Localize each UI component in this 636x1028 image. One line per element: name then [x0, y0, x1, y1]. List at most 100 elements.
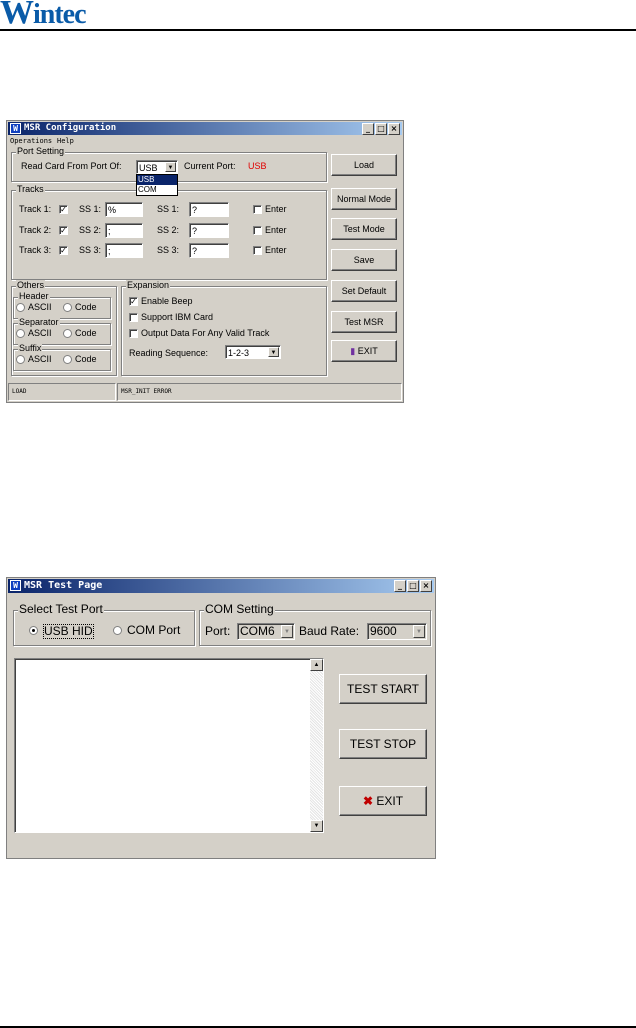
header-legend: Header [18, 291, 50, 302]
enable-beep-label: Enable Beep [141, 296, 193, 306]
port-label: Port: [205, 624, 231, 638]
logo-text: intec [33, 0, 87, 30]
header-rule [0, 29, 636, 31]
track-2-enter-checkbox[interactable] [253, 226, 262, 235]
config-title: MSR Configuration [24, 123, 117, 133]
track-2-ss-input[interactable]: ; [105, 223, 143, 238]
test-mode-button[interactable]: Test Mode [331, 218, 397, 240]
track-1-checkbox[interactable]: ✓ [59, 205, 68, 214]
expansion-legend: Expansion [126, 280, 171, 291]
port-select-value: USB [139, 163, 158, 173]
port-dropdown-list: USB COM [136, 174, 178, 196]
track-1-ss-input[interactable]: % [105, 202, 143, 217]
port-select[interactable]: USB ▼ [136, 160, 178, 174]
test-exit-button[interactable]: ✖ EXIT [339, 786, 427, 816]
track-1-label: Track 1: [19, 204, 52, 214]
track-2-checkbox[interactable]: ✓ [59, 226, 68, 235]
scroll-down-arrow-icon[interactable]: ▼ [310, 820, 323, 832]
com-setting-legend: COM Setting [204, 602, 275, 616]
output-any-checkbox[interactable] [129, 329, 138, 338]
usb-hid-radio[interactable] [29, 626, 38, 635]
track-3-enter-checkbox[interactable] [253, 246, 262, 255]
test-exit-label: EXIT [376, 794, 404, 808]
baud-rate-label: Baud Rate: [299, 624, 360, 638]
com-port-label: COM Port [127, 623, 181, 637]
exit-door-icon: ▮ [350, 346, 356, 356]
com-port-select[interactable]: COM6 ▼ [237, 623, 295, 640]
app-icon: W [10, 580, 21, 591]
separator-code-radio[interactable] [63, 329, 72, 338]
logo-letter-w: W [0, 0, 34, 31]
header-ascii-label: ASCII [28, 302, 52, 312]
track-2-enter-label: Enter [265, 225, 287, 235]
enable-beep-checkbox[interactable]: ✓ [129, 297, 138, 306]
test-stop-button[interactable]: TEST STOP [339, 729, 427, 759]
track-1-es-input[interactable]: ? [189, 202, 229, 217]
track-3-ss-input[interactable]: ; [105, 243, 143, 258]
separator-ascii-radio[interactable] [16, 329, 25, 338]
com-port-value: COM6 [240, 624, 275, 638]
track-1-ss-label: SS 1: [79, 204, 102, 214]
chevron-down-icon[interactable]: ▼ [165, 162, 176, 172]
reading-seq-select[interactable]: 1-2-3 ▼ [225, 345, 281, 359]
track-3-checkbox[interactable]: ✓ [59, 246, 68, 255]
suffix-code-radio[interactable] [63, 355, 72, 364]
vertical-scrollbar[interactable]: ▲ ▼ [310, 659, 323, 832]
load-button[interactable]: Load [331, 154, 397, 176]
output-any-label: Output Data For Any Valid Track [141, 328, 270, 338]
track-1-enter-checkbox[interactable] [253, 205, 262, 214]
track-2-label: Track 2: [19, 225, 52, 235]
set-default-button[interactable]: Set Default [331, 280, 397, 302]
track-3-es-input[interactable]: ? [189, 243, 229, 258]
minimize-button[interactable]: _ [362, 123, 374, 135]
track-1-es-label: SS 1: [157, 204, 180, 214]
save-button[interactable]: Save [331, 249, 397, 271]
suffix-ascii-label: ASCII [28, 354, 52, 364]
baud-rate-select[interactable]: 9600 ▼ [367, 623, 427, 640]
com-port-radio[interactable] [113, 626, 122, 635]
track-2-ss-label: SS 2: [79, 225, 102, 235]
chevron-down-icon[interactable]: ▼ [413, 625, 425, 638]
header-code-radio[interactable] [63, 303, 72, 312]
port-option-com[interactable]: COM [137, 185, 177, 195]
scroll-up-arrow-icon[interactable]: ▲ [310, 659, 323, 671]
test-msr-button[interactable]: Test MSR [331, 311, 397, 333]
app-icon: W [10, 123, 21, 134]
others-legend: Others [16, 280, 46, 291]
separator-legend: Separator [18, 317, 60, 328]
msr-test-window: W MSR Test Page _ □ × Select Test Port USB… [6, 577, 436, 859]
header-ascii-radio[interactable] [16, 303, 25, 312]
track-2-es-input[interactable]: ? [189, 223, 229, 238]
header-code-label: Code [75, 302, 97, 312]
track-3-enter-label: Enter [265, 245, 287, 255]
exit-button-label: EXIT [357, 346, 378, 356]
current-port-value: USB [248, 161, 267, 171]
exit-button[interactable]: ▮ EXIT [331, 340, 397, 362]
usb-hid-label: USB HID [43, 624, 94, 639]
close-button[interactable]: × [388, 123, 400, 135]
maximize-button[interactable]: □ [375, 123, 387, 135]
close-button[interactable]: × [420, 580, 432, 592]
port-option-usb[interactable]: USB [137, 175, 177, 185]
current-port-label: Current Port: [184, 161, 236, 171]
chevron-down-icon[interactable]: ▼ [268, 347, 279, 357]
support-ibm-checkbox[interactable] [129, 313, 138, 322]
track-3-label: Track 3: [19, 245, 52, 255]
track-1-enter-label: Enter [265, 204, 287, 214]
minimize-button[interactable]: _ [394, 580, 406, 592]
test-output-area[interactable]: ▲ ▼ [14, 658, 324, 833]
support-ibm-label: Support IBM Card [141, 312, 214, 322]
suffix-ascii-radio[interactable] [16, 355, 25, 364]
test-start-button[interactable]: TEST START [339, 674, 427, 704]
test-titlebar: W MSR Test Page _ □ × [8, 579, 434, 593]
red-x-icon: ✖ [362, 794, 374, 808]
track-2-es-label: SS 2: [157, 225, 180, 235]
reading-seq-label: Reading Sequence: [129, 348, 209, 358]
chevron-down-icon[interactable]: ▼ [281, 625, 293, 638]
normal-mode-button[interactable]: Normal Mode [331, 188, 397, 210]
separator-ascii-label: ASCII [28, 328, 52, 338]
select-port-legend: Select Test Port [18, 602, 104, 616]
maximize-button[interactable]: □ [407, 580, 419, 592]
suffix-legend: Suffix [18, 343, 43, 354]
track-3-ss-label: SS 3: [79, 245, 102, 255]
